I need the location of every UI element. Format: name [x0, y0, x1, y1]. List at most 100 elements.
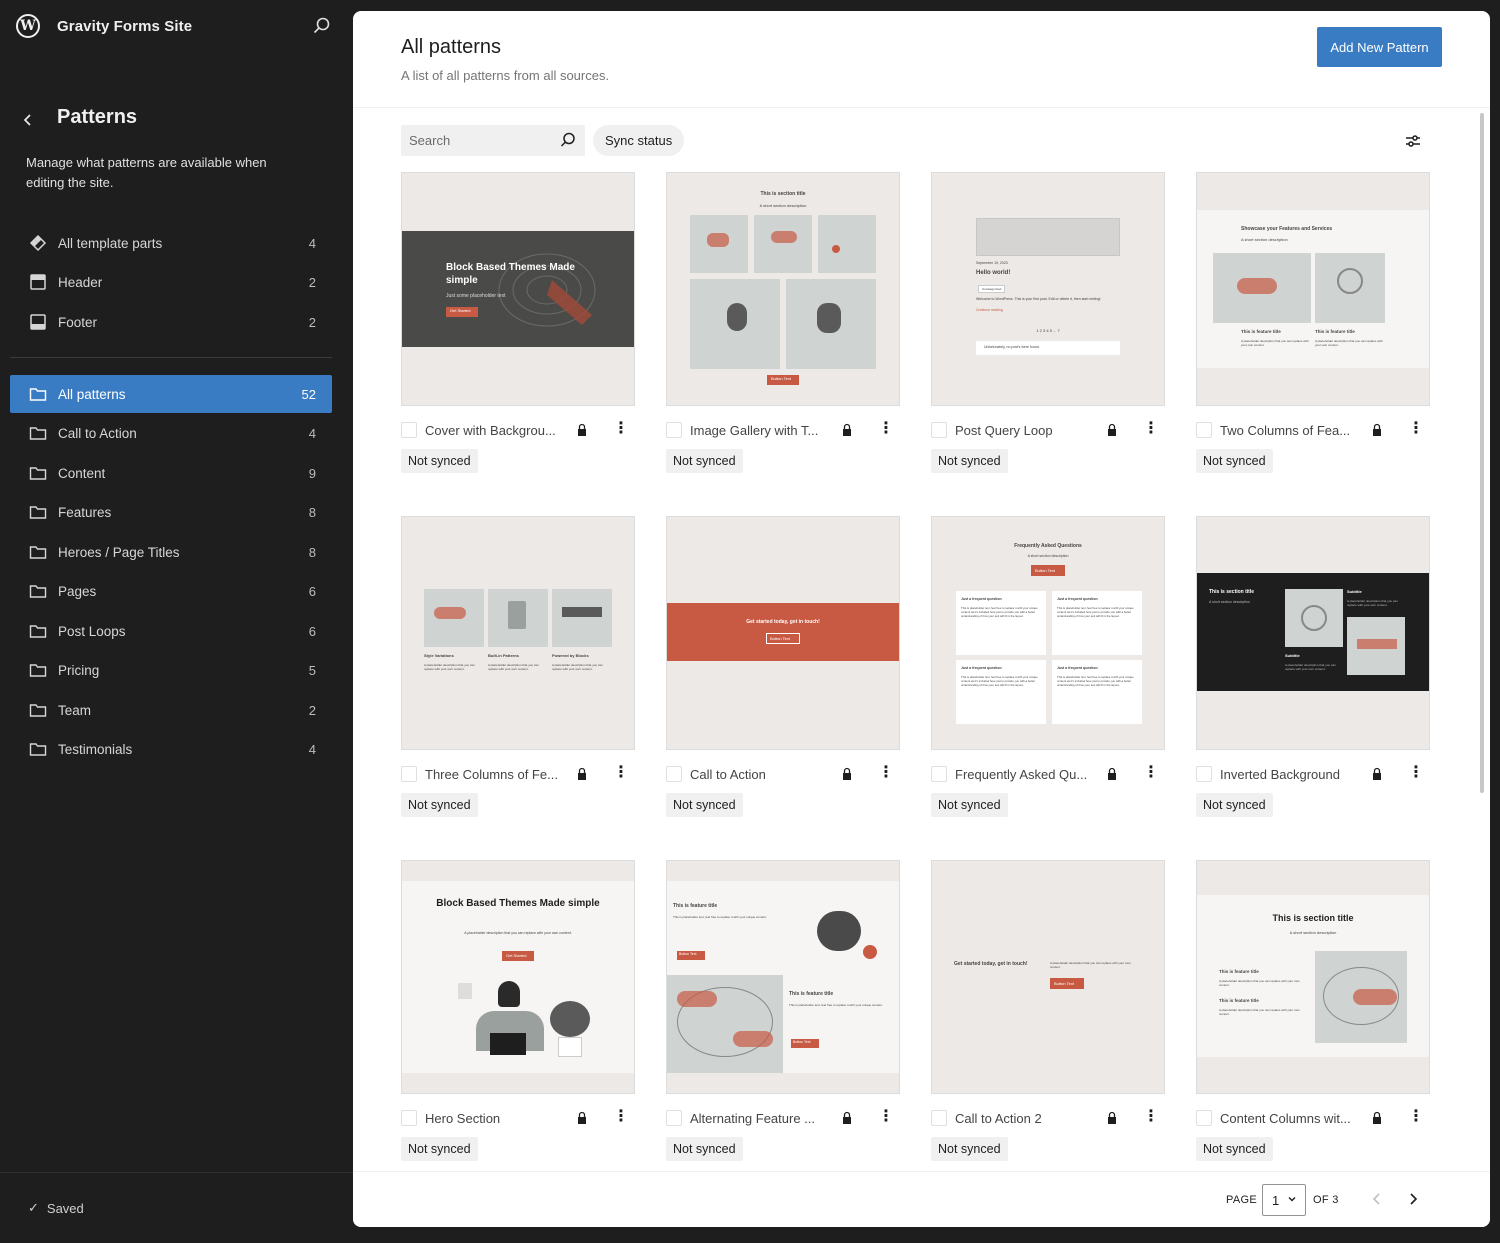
- more-actions-icon[interactable]: ⋮: [878, 420, 894, 440]
- site-name[interactable]: Gravity Forms Site: [57, 18, 192, 35]
- pattern-title[interactable]: Content Columns wit...: [1220, 1111, 1370, 1126]
- view-options-icon[interactable]: [1403, 131, 1423, 151]
- scrollbar[interactable]: [1480, 113, 1484, 793]
- more-actions-icon[interactable]: ⋮: [613, 764, 629, 784]
- sidebar-title: Patterns: [57, 106, 138, 128]
- pattern-preview[interactable]: This is feature title This is placeholde…: [666, 860, 900, 1094]
- folder-icon: [28, 463, 48, 483]
- sync-status-filter[interactable]: Sync status: [593, 125, 685, 156]
- pattern-title[interactable]: Call to Action: [690, 767, 840, 782]
- select-checkbox[interactable]: [401, 766, 417, 782]
- pattern-title[interactable]: Frequently Asked Qu...: [955, 767, 1105, 782]
- select-checkbox[interactable]: [666, 1110, 682, 1126]
- pattern-preview[interactable]: Get started today, get in touch! Button …: [666, 516, 900, 750]
- more-actions-icon[interactable]: ⋮: [1408, 764, 1424, 784]
- more-actions-icon[interactable]: ⋮: [878, 764, 894, 784]
- page-select[interactable]: 1: [1262, 1184, 1306, 1216]
- lock-icon: [1373, 767, 1381, 780]
- pattern-title[interactable]: Post Query Loop: [955, 423, 1105, 438]
- more-actions-icon[interactable]: ⋮: [1408, 1108, 1424, 1128]
- pattern-preview[interactable]: Block Based Themes Made simple Just some…: [401, 172, 635, 406]
- pattern-title[interactable]: Hero Section: [425, 1111, 575, 1126]
- pattern-title[interactable]: Call to Action 2: [955, 1111, 1105, 1126]
- pattern-title[interactable]: Image Gallery with T...: [690, 423, 840, 438]
- search-icon[interactable]: [312, 16, 332, 36]
- select-checkbox[interactable]: [666, 766, 682, 782]
- select-checkbox[interactable]: [931, 766, 947, 782]
- sidebar-item-header[interactable]: Header 2: [10, 263, 332, 301]
- sidebar-item-content[interactable]: Content 9: [10, 454, 332, 492]
- page-subtitle: A list of all patterns from all sources.: [401, 68, 610, 83]
- lock-icon: [578, 1111, 586, 1124]
- pattern-card: This is section title A short section de…: [1196, 860, 1430, 1161]
- sidebar-item-team[interactable]: Team 2: [10, 691, 332, 729]
- sidebar-item-all-template-parts[interactable]: All template parts 4: [10, 224, 332, 262]
- folder-icon: [28, 502, 48, 522]
- pattern-preview[interactable]: Style Variations Built-in Patterns Power…: [401, 516, 635, 750]
- sidebar-description: Manage what patterns are available when …: [26, 155, 267, 190]
- sidebar-item-footer[interactable]: Footer 2: [10, 303, 332, 341]
- more-actions-icon[interactable]: ⋮: [613, 420, 629, 440]
- pattern-title[interactable]: Cover with Backgrou...: [425, 423, 575, 438]
- pattern-meta: Two Columns of Fea... ⋮: [1196, 420, 1430, 440]
- select-checkbox[interactable]: [666, 422, 682, 438]
- back-button[interactable]: [18, 108, 38, 132]
- pattern-meta: Content Columns wit... ⋮: [1196, 1108, 1430, 1128]
- sync-status-badge: Not synced: [1196, 449, 1273, 473]
- sidebar-item-pricing[interactable]: Pricing 5: [10, 651, 332, 689]
- add-new-pattern-button[interactable]: Add New Pattern: [1317, 27, 1442, 67]
- pattern-preview[interactable]: This is section title A short section de…: [666, 172, 900, 406]
- pattern-preview[interactable]: September 19, 2023 Hello world! Uncatego…: [931, 172, 1165, 406]
- pattern-preview[interactable]: This is section title A short section de…: [1196, 860, 1430, 1094]
- pattern-card: September 19, 2023 Hello world! Uncatego…: [931, 172, 1165, 473]
- select-checkbox[interactable]: [1196, 422, 1212, 438]
- sidebar-item-features[interactable]: Features 8: [10, 493, 332, 531]
- select-checkbox[interactable]: [931, 1110, 947, 1126]
- sidebar-item-heroes-page-titles[interactable]: Heroes / Page Titles 8: [10, 533, 332, 571]
- chevron-left-icon: [23, 114, 31, 126]
- pattern-preview[interactable]: This is section title A short section de…: [1196, 516, 1430, 750]
- more-actions-icon[interactable]: ⋮: [878, 1108, 894, 1128]
- pattern-preview[interactable]: Block Based Themes Made simple A placeho…: [401, 860, 635, 1094]
- more-actions-icon[interactable]: ⋮: [613, 1108, 629, 1128]
- lock-icon: [1373, 1111, 1381, 1124]
- sidebar-item-call-to-action[interactable]: Call to Action 4: [10, 414, 332, 452]
- sidebar-item-post-loops[interactable]: Post Loops 6: [10, 612, 332, 650]
- sidebar-item-all-patterns[interactable]: All patterns 52: [10, 375, 332, 413]
- previous-page-icon[interactable]: [1369, 1190, 1385, 1208]
- template-parts-icon: [28, 233, 48, 253]
- more-actions-icon[interactable]: ⋮: [1143, 764, 1159, 784]
- more-actions-icon[interactable]: ⋮: [1143, 1108, 1159, 1128]
- sidebar-item-pages[interactable]: Pages 6: [10, 572, 332, 610]
- sidebar-footer-divider: [0, 1172, 353, 1173]
- select-checkbox[interactable]: [1196, 766, 1212, 782]
- pattern-title[interactable]: Inverted Background: [1220, 767, 1370, 782]
- search-field[interactable]: [401, 125, 585, 156]
- pattern-preview[interactable]: Frequently Asked Questions A short secti…: [931, 516, 1165, 750]
- pattern-preview[interactable]: Get started today, get in touch! A place…: [931, 860, 1165, 1094]
- pattern-title[interactable]: Alternating Feature ...: [690, 1111, 840, 1126]
- page-label: PAGE: [1226, 1194, 1257, 1206]
- search-input[interactable]: [409, 133, 549, 148]
- pattern-meta: Alternating Feature ... ⋮: [666, 1108, 900, 1128]
- folder-icon: [28, 542, 48, 562]
- pattern-card: Style Variations Built-in Patterns Power…: [401, 516, 635, 817]
- pattern-preview[interactable]: Showcase your Features and Services A sh…: [1196, 172, 1430, 406]
- pattern-title[interactable]: Three Columns of Fe...: [425, 767, 575, 782]
- sync-status-badge: Not synced: [931, 793, 1008, 817]
- wordpress-logo-icon[interactable]: W: [16, 14, 40, 38]
- select-checkbox[interactable]: [1196, 1110, 1212, 1126]
- patterns-grid: Block Based Themes Made simple Just some…: [353, 166, 1476, 1171]
- pattern-card: Get started today, get in touch! A place…: [931, 860, 1165, 1161]
- sidebar-item-testimonials[interactable]: Testimonials 4: [10, 730, 332, 768]
- more-actions-icon[interactable]: ⋮: [1408, 420, 1424, 440]
- next-page-icon[interactable]: [1405, 1190, 1421, 1208]
- folder-icon: [28, 423, 48, 443]
- pattern-card: Frequently Asked Questions A short secti…: [931, 516, 1165, 817]
- pattern-title[interactable]: Two Columns of Fea...: [1220, 423, 1370, 438]
- select-checkbox[interactable]: [931, 422, 947, 438]
- select-checkbox[interactable]: [401, 1110, 417, 1126]
- more-actions-icon[interactable]: ⋮: [1143, 420, 1159, 440]
- pattern-meta: Frequently Asked Qu... ⋮: [931, 764, 1165, 784]
- select-checkbox[interactable]: [401, 422, 417, 438]
